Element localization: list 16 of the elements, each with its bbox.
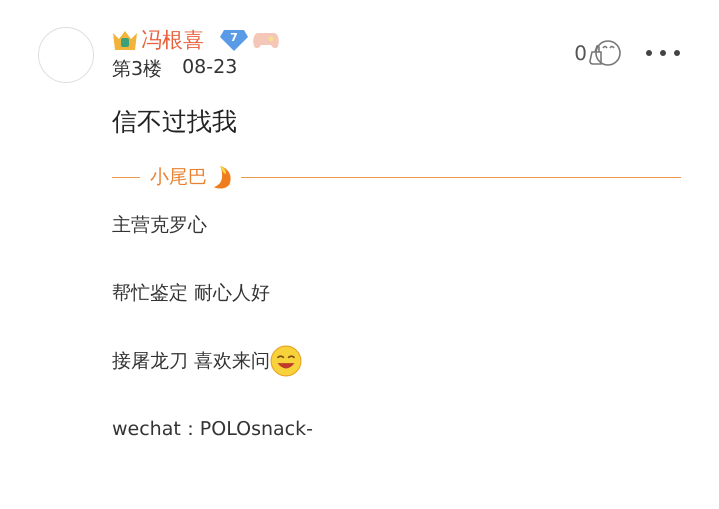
signature-text: wechat：POLOsnack- bbox=[112, 417, 313, 442]
signature-text: 帮忙鉴定 耐心人好 bbox=[112, 281, 270, 306]
post-content: 信不过找我 bbox=[112, 106, 238, 138]
smiley-icon bbox=[270, 345, 302, 377]
thumbs-up-face-icon[interactable] bbox=[589, 38, 623, 68]
floor-number: 第3楼 bbox=[112, 57, 162, 82]
signature-title: 小尾巴 bbox=[150, 165, 207, 190]
signature-text: 接屠龙刀 喜欢来问 bbox=[112, 349, 270, 374]
level-badge: 7 bbox=[219, 28, 249, 52]
post-date: 08-23 bbox=[182, 56, 238, 80]
more-icon[interactable] bbox=[645, 49, 681, 57]
signature-text: 主营克罗心 bbox=[112, 213, 207, 238]
like-count: 0 bbox=[574, 41, 587, 65]
username[interactable]: 冯根喜 bbox=[141, 26, 204, 54]
gamepad-icon bbox=[252, 30, 280, 50]
crown-icon bbox=[112, 29, 138, 51]
